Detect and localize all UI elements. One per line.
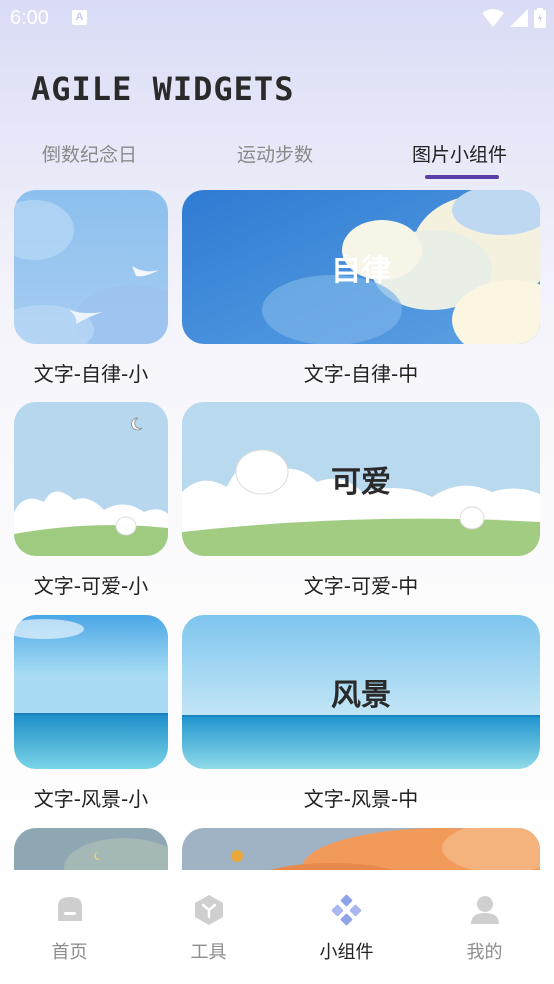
ocean-image <box>14 615 168 769</box>
nav-home[interactable]: 首页 <box>0 870 139 984</box>
nav-profile-label: 我的 <box>466 942 503 963</box>
widget-caption: 文字-风景-中 <box>303 787 419 811</box>
tab-image-widgets[interactable]: 图片小组件 <box>412 140 507 167</box>
profile-icon <box>470 896 499 924</box>
widget-caption: 文字-可爱-中 <box>303 574 419 598</box>
status-indicators <box>482 8 546 28</box>
widgets-icon <box>331 894 361 926</box>
nav-profile[interactable]: 我的 <box>415 870 554 984</box>
clouds-bunny-image <box>14 402 168 556</box>
battery-icon <box>534 8 546 28</box>
widget-card-medium[interactable] <box>182 828 540 870</box>
wifi-icon <box>482 9 504 27</box>
home-icon <box>57 897 82 921</box>
widget-caption: 文字-风景-小 <box>33 787 149 811</box>
widget-overlay-text: 可爱 <box>331 465 391 500</box>
widget-card-discipline-small[interactable] <box>14 190 168 344</box>
signal-icon <box>510 9 528 27</box>
bottom-navigation: 首页 工具 小组件 我的 <box>0 870 554 984</box>
tools-icon <box>194 895 223 925</box>
dusk-sky-image <box>14 828 168 870</box>
widget-caption: 文字-自律-中 <box>303 362 419 386</box>
widget-card-cute-medium[interactable]: 可爱 <box>182 402 540 556</box>
app-title: AGILE WIDGETS <box>31 70 295 108</box>
widget-card-discipline-medium[interactable]: 自律 <box>182 190 540 344</box>
widget-caption: 文字-自律-小 <box>33 362 149 386</box>
widget-overlay-text: 自律 <box>331 253 391 288</box>
tab-steps[interactable]: 运动步数 <box>237 140 313 167</box>
status-time: 6:00 <box>10 7 49 29</box>
widget-card-scenery-medium[interactable]: 风景 <box>182 615 540 769</box>
status-bar: 6:00 A <box>0 0 554 36</box>
widget-caption: 文字-可爱-小 <box>33 574 149 598</box>
nav-home-label: 首页 <box>51 942 88 963</box>
tab-countdown[interactable]: 倒数纪念日 <box>42 140 137 167</box>
widget-grid: 自律 文字-自律-小 文字-自律-中 可爱 文字-可爱-小 文字-可爱-中 风景… <box>0 188 554 870</box>
widget-card-scenery-small[interactable] <box>14 615 168 769</box>
widget-overlay-text: 风景 <box>331 678 391 713</box>
nav-tools[interactable]: 工具 <box>139 870 278 984</box>
notification-icon: A <box>72 10 87 25</box>
widget-card-cute-small[interactable] <box>14 402 168 556</box>
nav-widgets[interactable]: 小组件 <box>277 870 416 984</box>
sunset-clouds-image <box>182 828 540 870</box>
widget-card-small[interactable] <box>14 828 168 870</box>
sky-birds-image <box>14 190 168 344</box>
nav-widgets-label: 小组件 <box>319 942 374 963</box>
active-tab-indicator <box>425 175 499 179</box>
nav-tools-label: 工具 <box>190 942 227 963</box>
